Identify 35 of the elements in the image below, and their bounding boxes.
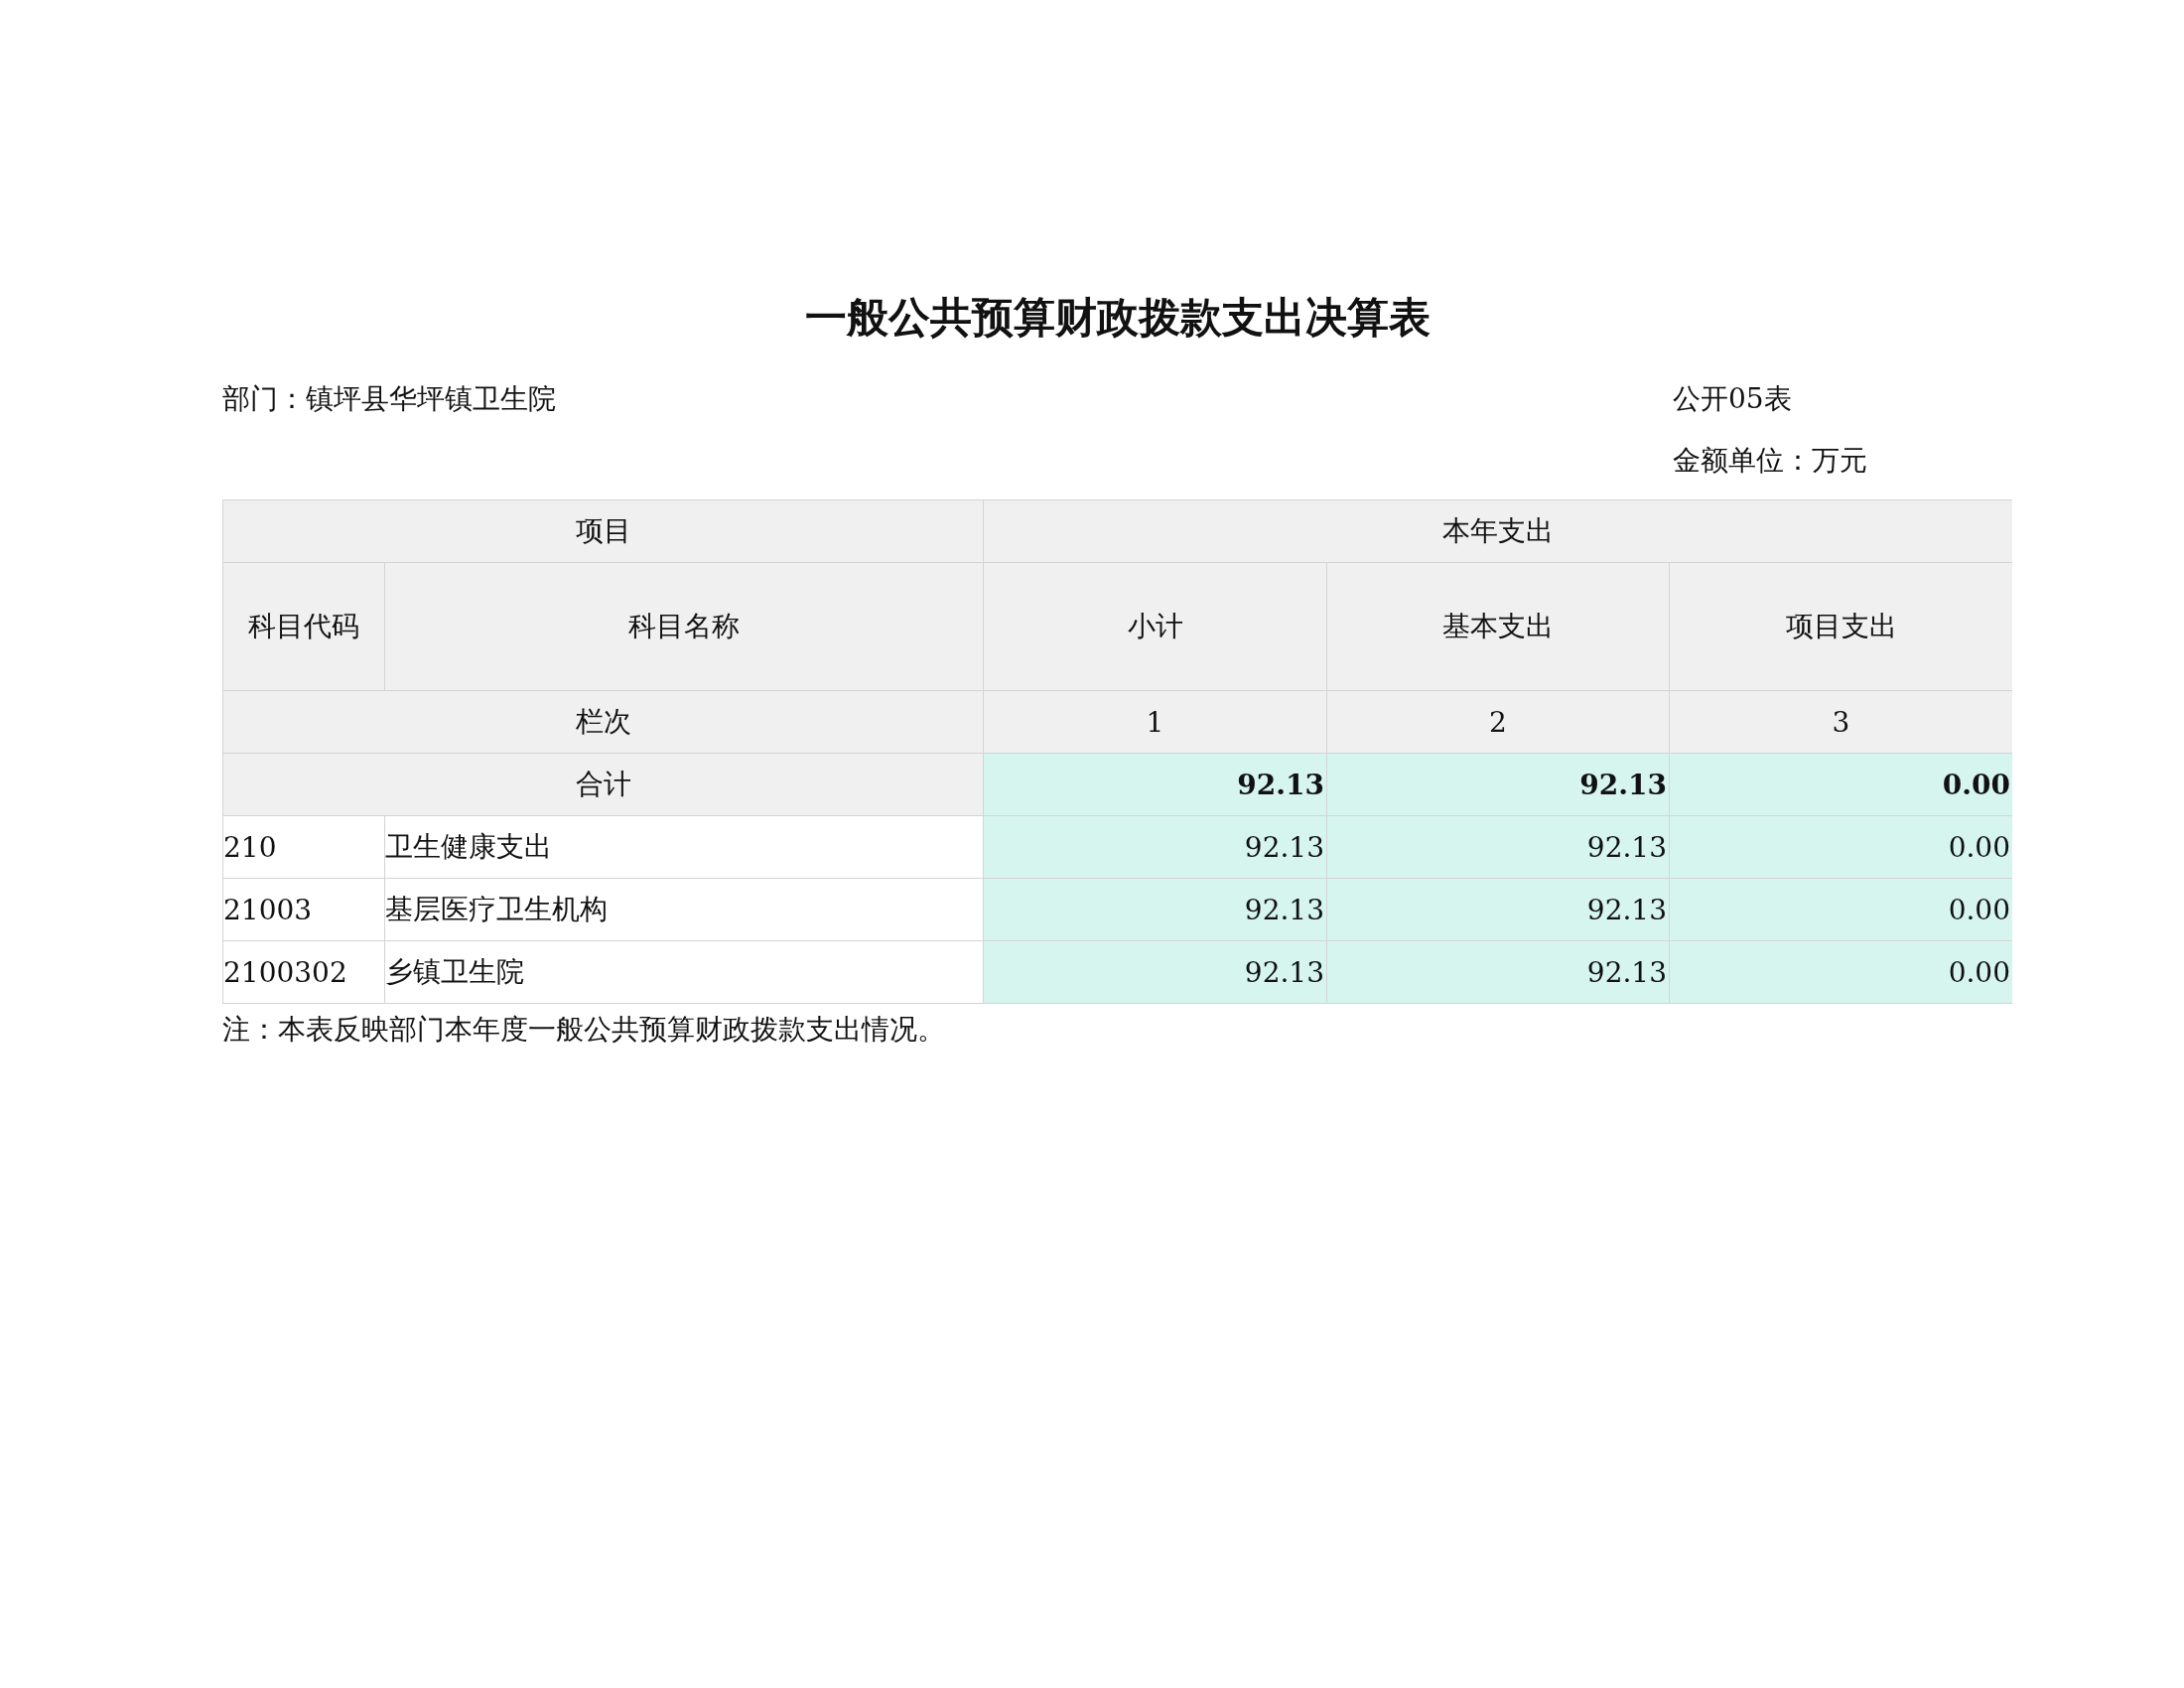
column-group-header: 本年支出 [983,499,2012,562]
code-cell: 2100302 [222,940,384,1003]
amount-cell: 92.13 [1326,815,1669,878]
amount-cell: 0.00 [1669,940,2012,1003]
name-cell: 基层医疗卫生机构 [384,878,983,940]
row-label: 合计 [222,753,983,815]
column-group-header: 项目 [222,499,983,562]
total-cell: 0.00 [1669,753,2012,815]
amount-cell: 0.00 [1669,815,2012,878]
unit-label: 金额单位：万元 [1673,443,1867,479]
department-label: 部门：镇坪县华坪镇卫生院 [222,381,556,417]
code-cell: 21003 [222,878,384,940]
total-cell: 92.13 [1326,753,1669,815]
column-header: 项目支出 [1669,562,2012,690]
amount-cell: 92.13 [1326,940,1669,1003]
amount-cell: 92.13 [1326,878,1669,940]
code-cell: 210 [222,815,384,878]
amount-cell: 92.13 [983,878,1326,940]
name-cell: 卫生健康支出 [384,815,983,878]
column-number: 2 [1326,690,1669,753]
amount-cell: 92.13 [983,815,1326,878]
column-header: 科目名称 [384,562,983,690]
column-header: 基本支出 [1326,562,1669,690]
total-cell: 92.13 [983,753,1326,815]
column-number: 1 [983,690,1326,753]
column-header: 科目代码 [222,562,384,690]
report-title: 一般公共预算财政拨款支出决算表 [803,292,1432,344]
name-cell: 乡镇卫生院 [384,940,983,1003]
amount-cell: 0.00 [1669,878,2012,940]
table-note: 注：本表反映部门本年度一般公共预算财政拨款支出情况。 [222,1012,946,1048]
table-number: 公开05表 [1673,381,1792,417]
column-number: 3 [1669,690,2012,753]
amount-cell: 92.13 [983,940,1326,1003]
column-header: 小计 [983,562,1326,690]
row-label: 栏次 [222,690,983,753]
